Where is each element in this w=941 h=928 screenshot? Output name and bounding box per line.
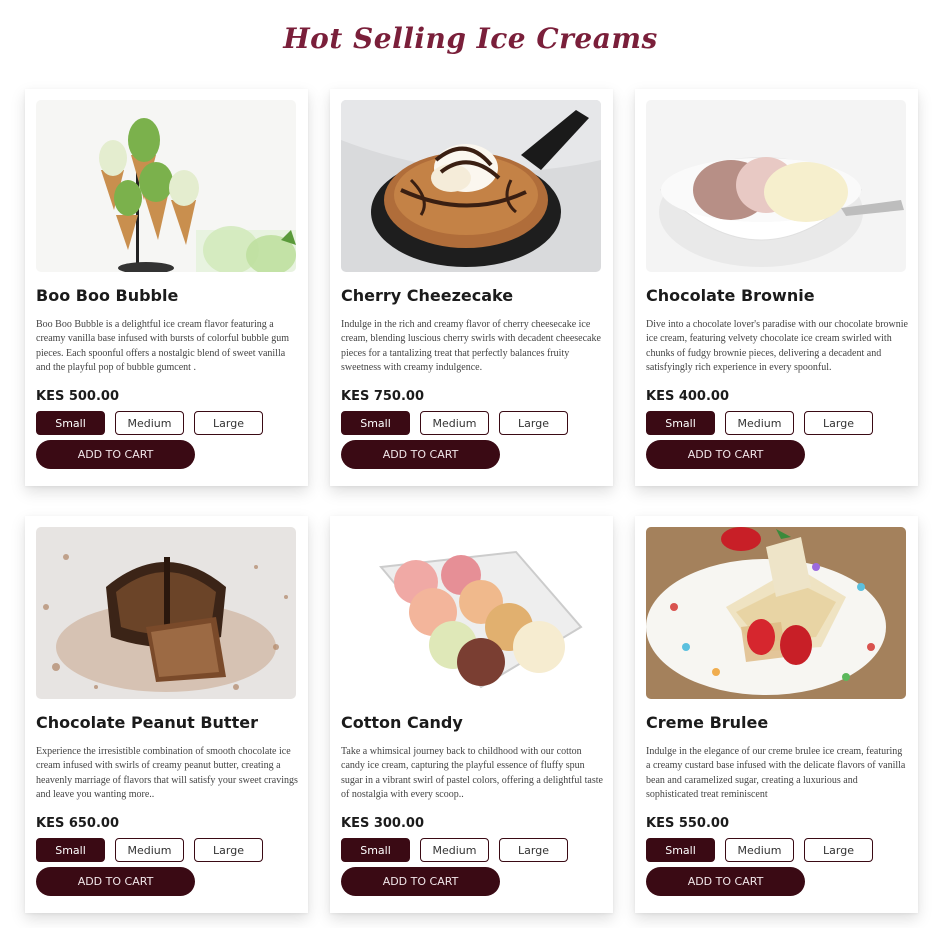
add-to-cart-button[interactable]: ADD TO CART xyxy=(341,867,500,896)
size-options: Small Medium Large xyxy=(341,411,568,435)
product-name: Cotton Candy xyxy=(341,713,463,732)
product-name: Creme Brulee xyxy=(646,713,769,732)
size-medium-button[interactable]: Medium xyxy=(115,411,184,435)
size-medium-button[interactable]: Medium xyxy=(115,838,184,862)
size-medium-button[interactable]: Medium xyxy=(420,838,489,862)
product-description: Dive into a chocolate lover's paradise w… xyxy=(646,319,908,374)
ice-cream-scoops-tray-image[interactable] xyxy=(341,527,601,699)
size-large-button[interactable]: Large xyxy=(499,838,568,862)
size-large-button[interactable]: Large xyxy=(804,838,873,862)
product-card: Boo Boo Bubble Boo Boo Bubble is a delig… xyxy=(25,89,308,486)
product-description: Indulge in the elegance of our creme bru… xyxy=(646,746,906,801)
size-options: Small Medium Large xyxy=(646,411,873,435)
product-description: Take a whimsical journey back to childho… xyxy=(341,746,603,801)
size-medium-button[interactable]: Medium xyxy=(725,838,794,862)
product-price: KES 750.00 xyxy=(341,389,425,404)
dessert-plate-strawberries-image[interactable] xyxy=(646,527,906,699)
size-small-button[interactable]: Small xyxy=(36,838,105,862)
product-card: Chocolate Brownie Dive into a chocolate … xyxy=(635,89,918,486)
ice-cream-cones-image[interactable] xyxy=(36,100,296,272)
product-description: Boo Boo Bubble is a delightful ice cream… xyxy=(36,319,289,374)
size-large-button[interactable]: Large xyxy=(804,411,873,435)
size-medium-button[interactable]: Medium xyxy=(725,411,794,435)
size-options: Small Medium Large xyxy=(36,838,263,862)
product-card: Cherry Cheezecake Indulge in the rich an… xyxy=(330,89,613,486)
add-to-cart-button[interactable]: ADD TO CART xyxy=(341,440,500,469)
size-small-button[interactable]: Small xyxy=(36,411,105,435)
size-options: Small Medium Large xyxy=(341,838,568,862)
ice-cream-bowl-image[interactable] xyxy=(646,100,906,272)
product-price: KES 650.00 xyxy=(36,816,120,831)
size-options: Small Medium Large xyxy=(36,411,263,435)
product-price: KES 400.00 xyxy=(646,389,730,404)
product-name: Chocolate Peanut Butter xyxy=(36,713,258,732)
page-title: Hot Selling Ice Creams xyxy=(283,22,658,55)
add-to-cart-button[interactable]: ADD TO CART xyxy=(646,867,805,896)
chocolate-dessert-image[interactable] xyxy=(36,527,296,699)
product-name: Boo Boo Bubble xyxy=(36,286,179,305)
add-to-cart-button[interactable]: ADD TO CART xyxy=(646,440,805,469)
skillet-cookie-sundae-image[interactable] xyxy=(341,100,601,272)
product-card: Cotton Candy Take a whimsical journey ba… xyxy=(330,516,613,913)
size-small-button[interactable]: Small xyxy=(341,411,410,435)
product-card: Creme Brulee Indulge in the elegance of … xyxy=(635,516,918,913)
product-price: KES 500.00 xyxy=(36,389,120,404)
product-price: KES 300.00 xyxy=(341,816,425,831)
size-options: Small Medium Large xyxy=(646,838,873,862)
add-to-cart-button[interactable]: ADD TO CART xyxy=(36,867,195,896)
size-large-button[interactable]: Large xyxy=(194,838,263,862)
product-card: Chocolate Peanut Butter Experience the i… xyxy=(25,516,308,913)
product-description: Experience the irresistible combination … xyxy=(36,746,298,801)
size-large-button[interactable]: Large xyxy=(499,411,568,435)
product-name: Cherry Cheezecake xyxy=(341,286,514,305)
size-small-button[interactable]: Small xyxy=(341,838,410,862)
product-grid: Boo Boo Bubble Boo Boo Bubble is a delig… xyxy=(25,89,918,913)
product-description: Indulge in the rich and creamy flavor of… xyxy=(341,319,601,374)
size-small-button[interactable]: Small xyxy=(646,411,715,435)
size-large-button[interactable]: Large xyxy=(194,411,263,435)
product-price: KES 550.00 xyxy=(646,816,730,831)
add-to-cart-button[interactable]: ADD TO CART xyxy=(36,440,195,469)
product-name: Chocolate Brownie xyxy=(646,286,815,305)
size-small-button[interactable]: Small xyxy=(646,838,715,862)
size-medium-button[interactable]: Medium xyxy=(420,411,489,435)
